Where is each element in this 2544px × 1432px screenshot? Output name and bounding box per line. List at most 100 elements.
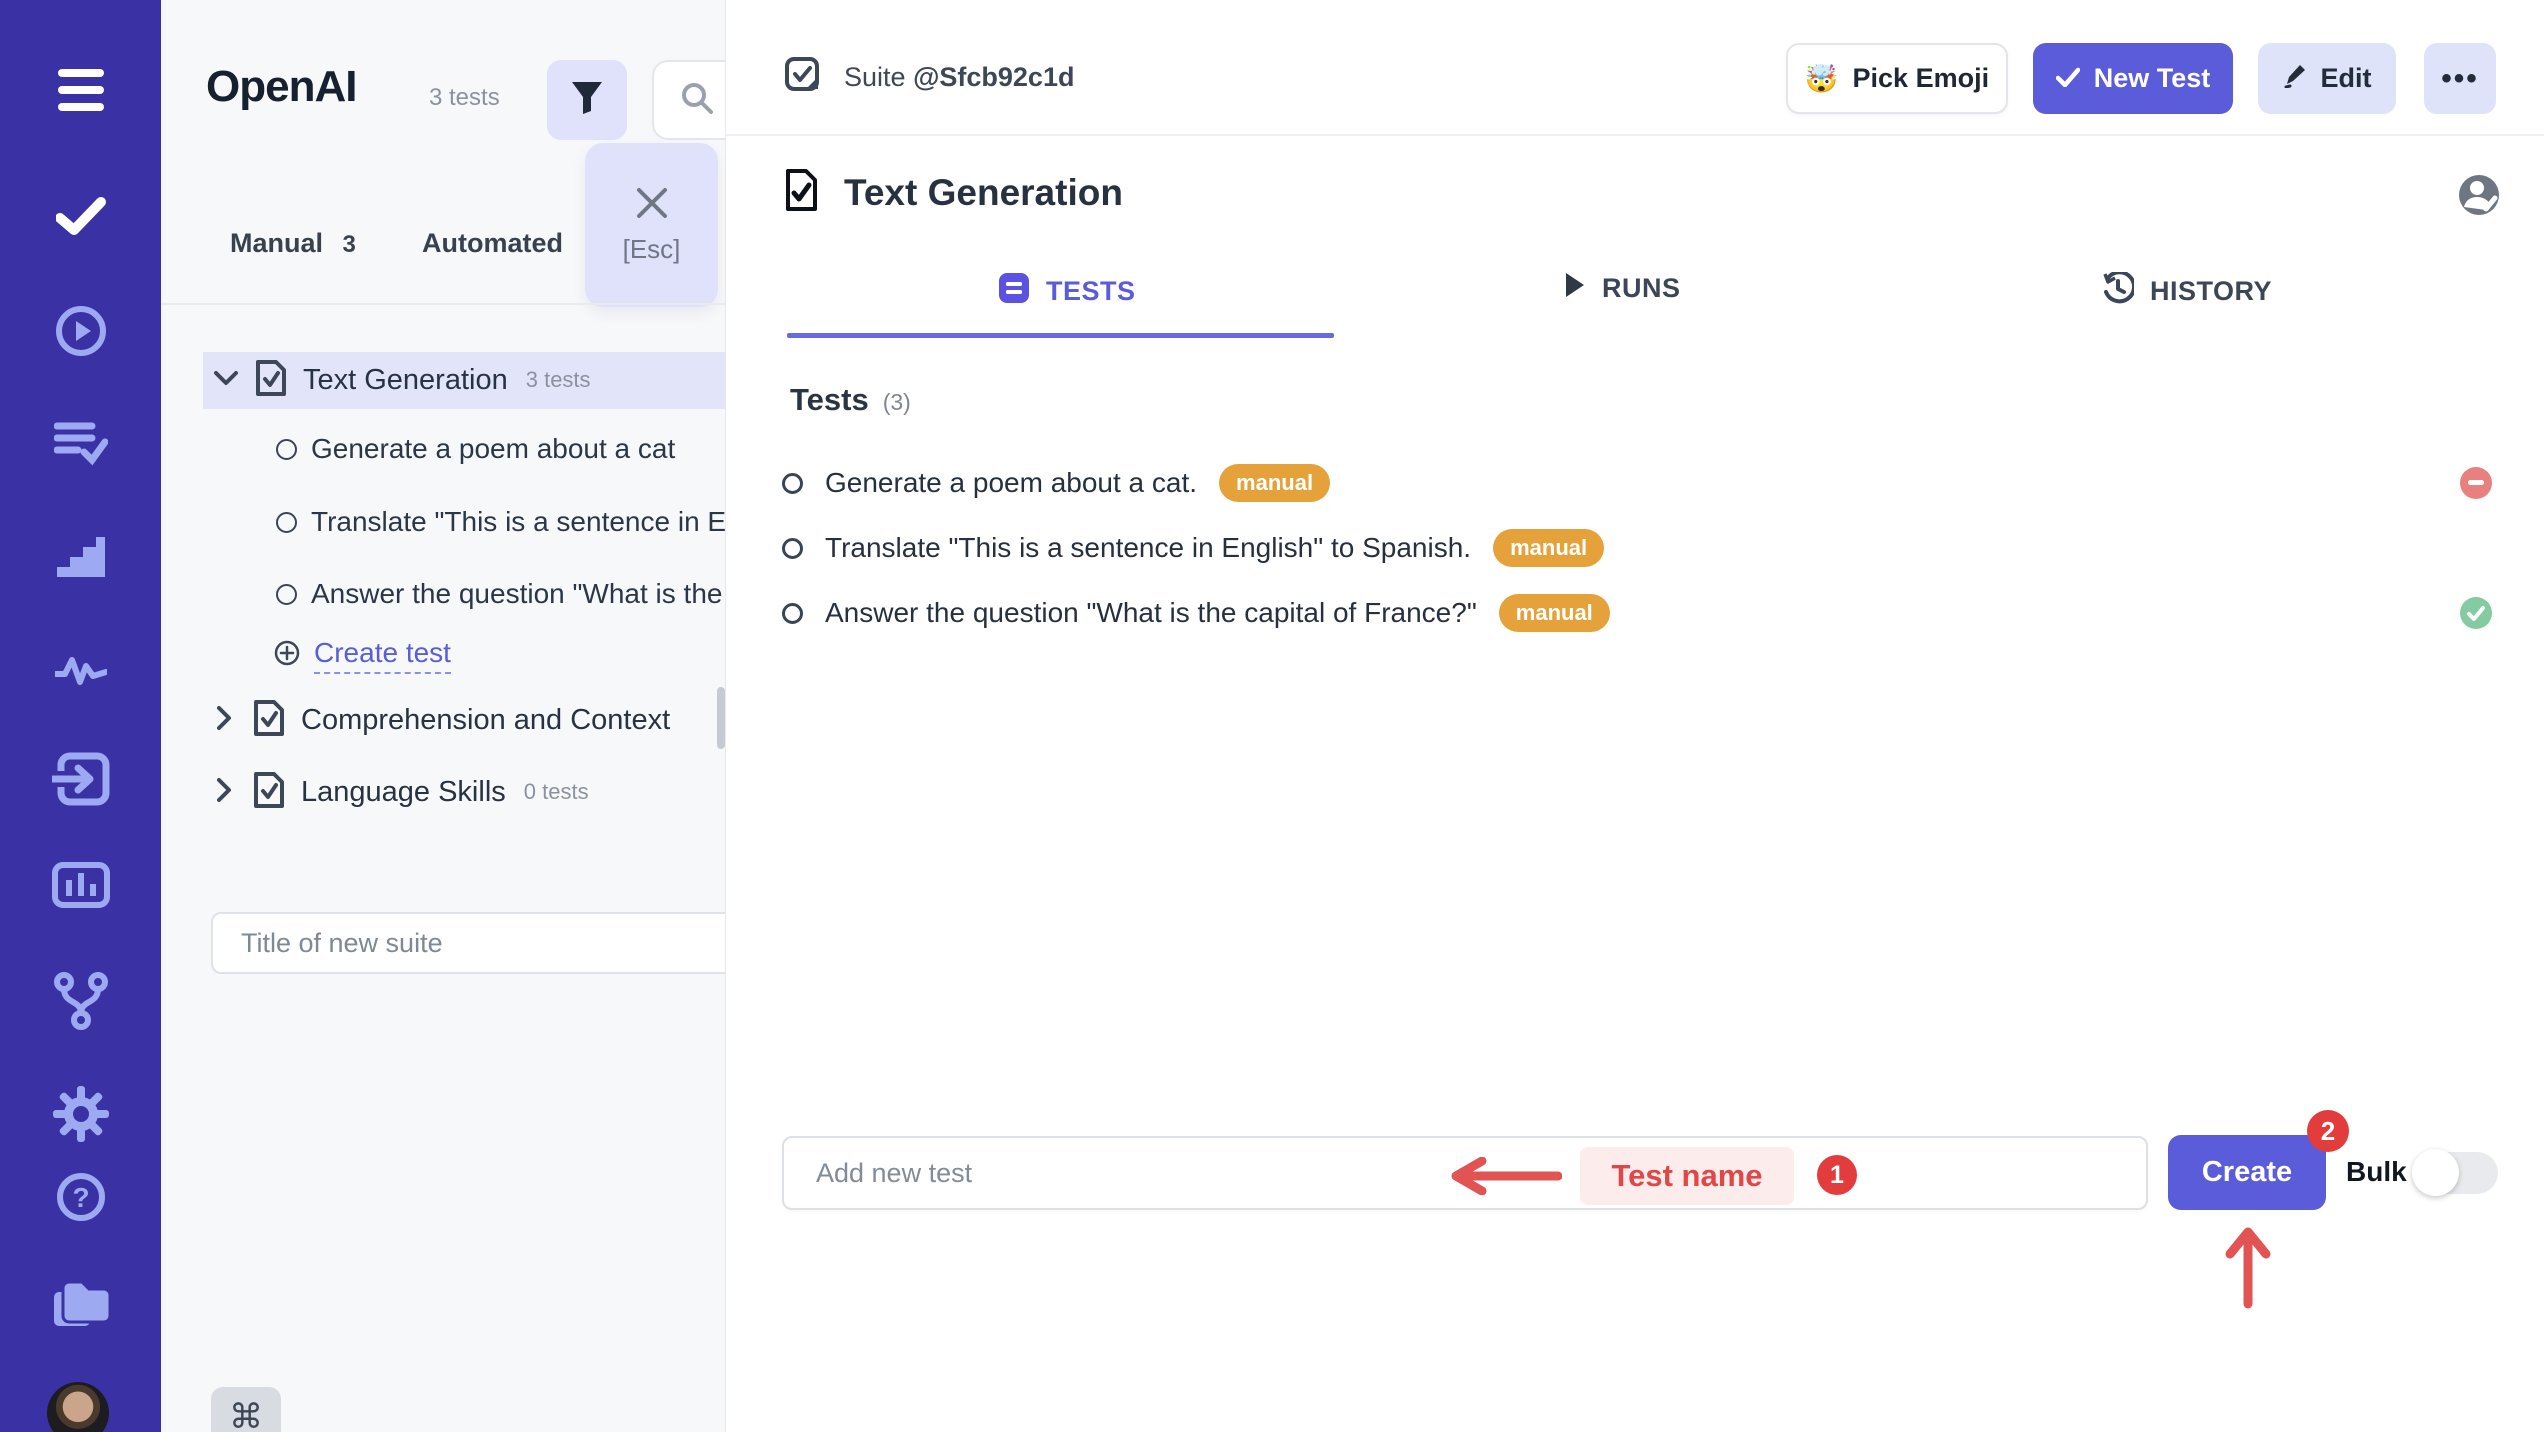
command-key-button[interactable]: ⌘ xyxy=(211,1387,281,1432)
tree-suite-label: Language Skills xyxy=(301,776,506,809)
tree-suite-label: Comprehension and Context xyxy=(301,704,670,737)
new-test-button[interactable]: New Test xyxy=(2033,43,2233,114)
tab-manual[interactable]: Manual 3 xyxy=(230,228,356,259)
tests-heading-label: Tests xyxy=(790,382,869,418)
nav-help[interactable]: ? xyxy=(0,1172,161,1227)
tab-tests[interactable]: TESTS xyxy=(998,272,1136,311)
test-label: Generate a poem about a cat. xyxy=(825,467,1197,499)
git-branch-icon xyxy=(54,972,108,1035)
nav-tests[interactable] xyxy=(0,196,161,241)
bar-chart-icon xyxy=(52,862,110,913)
tree-test-label: Generate a poem about a cat xyxy=(311,433,675,465)
radio-circle-icon xyxy=(782,538,803,559)
chevron-right-icon xyxy=(215,705,233,736)
icon-rail: ? xyxy=(0,0,161,1432)
nav-settings[interactable] xyxy=(0,1086,161,1147)
filter-button[interactable] xyxy=(547,60,627,140)
pulse-icon xyxy=(55,652,107,691)
nav-reports[interactable] xyxy=(0,862,161,913)
doc-check-icon xyxy=(253,771,285,814)
status-blocked-icon[interactable] xyxy=(2460,467,2492,499)
sign-in-icon xyxy=(52,752,110,811)
tests-heading: Tests (3) xyxy=(790,382,911,418)
chevron-right-icon xyxy=(215,777,233,808)
tree-scrollbar[interactable] xyxy=(717,687,725,749)
create-test-link[interactable]: Create test xyxy=(314,637,451,674)
nav-projects[interactable] xyxy=(0,1280,161,1335)
tests-heading-count: (3) xyxy=(883,389,911,416)
tests-tab-icon xyxy=(998,272,1030,311)
tab-tests-label: TESTS xyxy=(1046,276,1136,307)
nav-activity[interactable] xyxy=(0,652,161,691)
test-row[interactable]: Translate "This is a sentence in English… xyxy=(782,525,1604,571)
user-avatar[interactable] xyxy=(47,1382,109,1432)
nav-import[interactable] xyxy=(0,752,161,811)
pencil-icon xyxy=(2283,62,2307,95)
nav-versions[interactable] xyxy=(0,972,161,1035)
tab-runs[interactable]: RUNS xyxy=(1564,272,1681,305)
app-screen: ? OpenAI 3 tests [Esc] xyxy=(0,0,2544,1432)
command-key-glyph: ⌘ xyxy=(229,1397,263,1432)
pick-emoji-button[interactable]: 🤯 Pick Emoji xyxy=(1786,43,2008,114)
close-search-button[interactable]: [Esc] xyxy=(585,143,718,307)
tree-test-label: Answer the question "What is the capital… xyxy=(311,578,726,610)
emoji-icon: 🤯 xyxy=(1805,63,1839,95)
radio-circle-icon xyxy=(782,603,803,624)
tree-suite-label: Text Generation xyxy=(303,364,508,397)
tree-suite-text-generation[interactable]: Text Generation 3 tests xyxy=(161,356,726,404)
tab-history[interactable]: HISTORY xyxy=(2102,272,2272,311)
play-circle-icon xyxy=(55,305,107,362)
status-passed-icon[interactable] xyxy=(2460,597,2492,629)
tree-suite-count: 0 tests xyxy=(524,779,589,805)
tab-automated[interactable]: Automated xyxy=(422,228,563,259)
suite-id: @Sfcb92c1d xyxy=(913,62,1074,92)
manual-badge: manual xyxy=(1219,464,1330,502)
suite-check-icon xyxy=(784,56,820,99)
stairs-icon xyxy=(55,532,107,583)
circle-plus-icon xyxy=(274,640,300,671)
bulk-toggle-knob[interactable] xyxy=(2412,1149,2459,1196)
annotation-test-name: Test name xyxy=(1580,1147,1794,1205)
manual-badge: manual xyxy=(1499,594,1610,632)
assignee-avatar-icon[interactable] xyxy=(2458,174,2500,221)
tree-test-label: Translate "This is a sentence in English… xyxy=(311,506,726,538)
panel-divider xyxy=(161,303,726,305)
tab-runs-label: RUNS xyxy=(1602,273,1681,304)
nav-test-lists[interactable] xyxy=(0,420,161,471)
tree-test-item[interactable]: Translate "This is a sentence in English… xyxy=(161,498,726,546)
list-check-icon xyxy=(54,420,108,471)
radio-circle-icon xyxy=(276,512,297,533)
suite-label: Suite xyxy=(844,62,906,92)
nav-steps[interactable] xyxy=(0,532,161,583)
close-icon xyxy=(635,186,669,220)
annotation-step-1: 1 xyxy=(1817,1155,1857,1195)
svg-text:?: ? xyxy=(72,1182,89,1213)
edit-button[interactable]: Edit xyxy=(2258,43,2396,114)
more-actions-button[interactable]: ••• xyxy=(2424,43,2496,114)
tree-test-item[interactable]: Answer the question "What is the capital… xyxy=(161,570,726,618)
pick-emoji-label: Pick Emoji xyxy=(1853,63,1990,94)
create-test-link-row[interactable]: Create test xyxy=(161,631,726,679)
tab-manual-count: 3 xyxy=(343,231,356,258)
tree-suite-comprehension[interactable]: Comprehension and Context xyxy=(161,696,726,744)
nav-runs[interactable] xyxy=(0,305,161,362)
menu-button[interactable] xyxy=(0,66,161,121)
test-row[interactable]: Answer the question "What is the capital… xyxy=(782,590,1610,636)
new-suite-title-input[interactable] xyxy=(211,912,726,974)
gear-icon xyxy=(53,1086,109,1147)
test-label: Translate "This is a sentence in English… xyxy=(825,532,1471,564)
doc-check-icon xyxy=(253,699,285,742)
create-button[interactable]: Create xyxy=(2168,1135,2326,1210)
play-icon xyxy=(1564,272,1586,305)
check-icon xyxy=(56,196,106,241)
test-row[interactable]: Generate a poem about a cat. manual xyxy=(782,460,1330,506)
tree-test-item[interactable]: Generate a poem about a cat xyxy=(161,425,726,473)
funnel-icon xyxy=(570,80,604,121)
tree-suite-count: 3 tests xyxy=(526,367,591,393)
search-box[interactable] xyxy=(652,60,726,140)
main-content: Suite @Sfcb92c1d 🤯 Pick Emoji New Test E… xyxy=(726,0,2544,1432)
new-test-label: New Test xyxy=(2094,63,2211,94)
radio-circle-icon xyxy=(276,439,297,460)
header-divider xyxy=(726,134,2544,136)
tree-suite-language-skills[interactable]: Language Skills 0 tests xyxy=(161,768,726,816)
